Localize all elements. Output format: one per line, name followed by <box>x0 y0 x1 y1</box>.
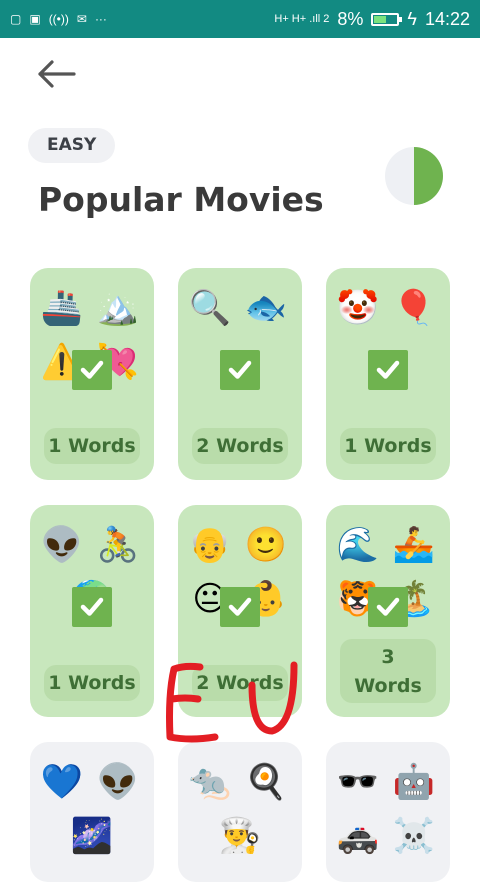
page-title: Popular Movies <box>38 180 324 219</box>
word-count: 3 Words <box>340 639 436 703</box>
puzzle-card[interactable]: 🐀 🍳 👨‍🍳 <box>178 742 302 882</box>
more-icon: ··· <box>94 12 107 26</box>
emoji-clue: 👽 <box>40 525 84 565</box>
back-button[interactable] <box>36 58 80 90</box>
hotspot-icon: ((•)) <box>48 12 69 26</box>
puzzle-card[interactable]: 🤡 🎈 1 Words <box>326 268 450 480</box>
progress-fill <box>414 147 443 205</box>
emoji-clue: 🏔️ <box>96 288 140 328</box>
arrow-left-icon <box>38 60 76 88</box>
status-bar: ▢ ▣ ((•)) ✉ ··· H+ H+ .ıll 2 8% ϟ 14:22 <box>0 0 480 38</box>
checkmark-icon <box>368 350 408 390</box>
emoji-clue: 💙 <box>40 762 84 802</box>
word-count: 2 Words <box>192 428 288 464</box>
emoji-clue: 🚣 <box>392 525 436 565</box>
emoji-clue: 🔍 <box>188 288 232 328</box>
word-count: 1 Words <box>44 665 140 701</box>
puzzle-card[interactable]: 💙 👽 🌌 <box>30 742 154 882</box>
emoji-clue: 🚓 <box>336 816 380 856</box>
emoji-clue: 🕶️ <box>336 762 380 802</box>
puzzle-card[interactable]: 🚢 🏔️ ⚠️ 💘 1 Words <box>30 268 154 480</box>
emoji-clue: 🌊 <box>336 525 380 565</box>
emoji-clue: 👽 <box>96 762 140 802</box>
emoji-clue: 🎈 <box>392 288 436 328</box>
emoji-clue: 🚢 <box>40 288 84 328</box>
difficulty-badge: EASY <box>28 128 116 163</box>
word-count: 2 Words <box>192 665 288 701</box>
clock: 14:22 <box>424 8 470 29</box>
checkmark-icon <box>368 587 408 627</box>
emoji-clue: 🐀 <box>188 762 232 802</box>
emoji-clue: 👨‍🍳 <box>218 816 262 856</box>
emoji-clue: 🚴 <box>96 525 140 565</box>
checkmark-icon <box>220 350 260 390</box>
emoji-clue: 🙂 <box>244 525 288 565</box>
gallery-icon: ▣ <box>29 12 41 26</box>
checkmark-icon <box>72 350 112 390</box>
checkmark-icon <box>220 587 260 627</box>
charging-icon: ϟ <box>407 8 417 29</box>
word-count: 1 Words <box>340 428 436 464</box>
emoji-clue: 🍳 <box>244 762 288 802</box>
puzzle-card[interactable]: 👽🚴🌍1 Words <box>30 505 154 717</box>
sim-icon: ▢ <box>10 12 22 26</box>
emoji-clue: 🌌 <box>70 816 114 856</box>
puzzle-card[interactable]: 🕶️ 🤖 🚓 ☠️ <box>326 742 450 882</box>
emoji-clue: ☠️ <box>392 816 436 856</box>
checkmark-icon <box>72 587 112 627</box>
puzzle-card[interactable]: 🌊 🚣 🐯 🏝️ 3 Words <box>326 505 450 717</box>
mail-icon: ✉ <box>76 12 87 26</box>
emoji-clue: 👴 <box>188 525 232 565</box>
puzzle-card[interactable]: 🔍 🐟 2 Words <box>178 268 302 480</box>
puzzle-card[interactable]: 👴 🙂 😐 👶 2 Words <box>178 505 302 717</box>
emoji-clue: 🤖 <box>392 762 436 802</box>
battery-percent: 8% <box>337 8 364 29</box>
emoji-clue: 🤡 <box>336 288 380 328</box>
signal-icon: H+ H+ .ıll 2 <box>274 13 330 25</box>
word-count: 1 Words <box>44 428 140 464</box>
emoji-clue: 🐟 <box>244 288 288 328</box>
progress-circle <box>385 147 443 205</box>
notification-icons: ▢ ▣ ((•)) ✉ ··· <box>10 12 107 26</box>
battery-icon <box>371 12 403 26</box>
